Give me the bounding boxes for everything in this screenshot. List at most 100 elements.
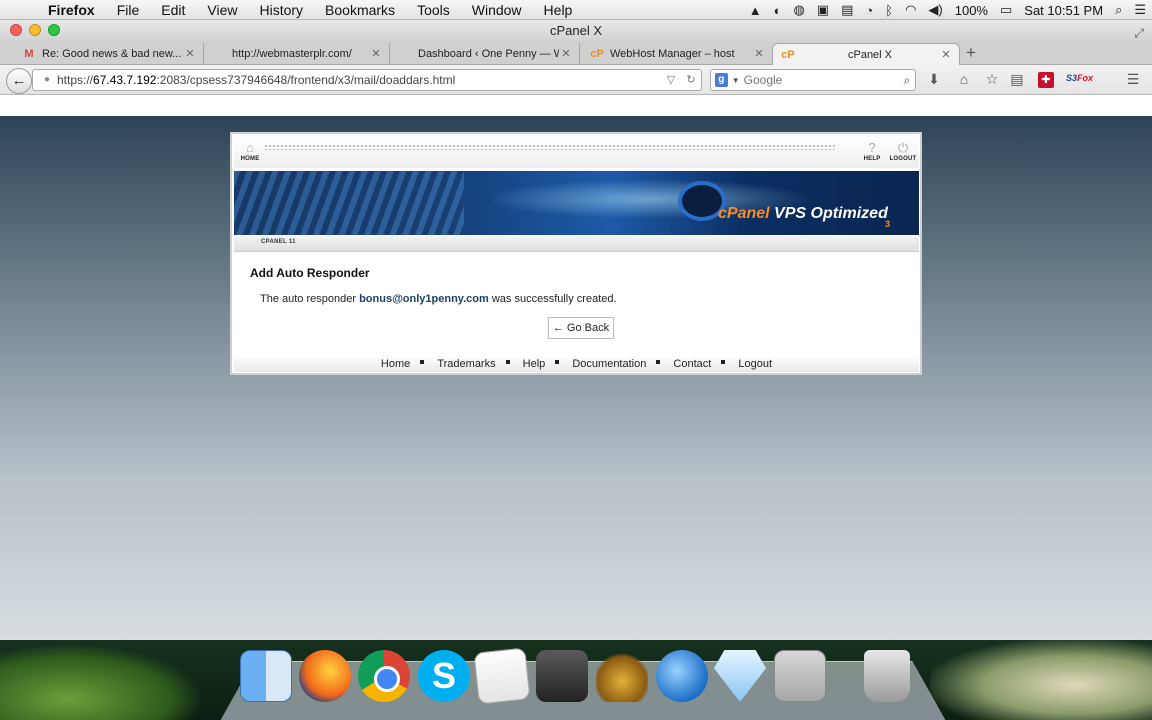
tab-label: Dashboard ‹ One Penny — Wo... — [418, 48, 559, 60]
status-area: ▲ ◐ ◍ ▣ ▤ ◔ ᛒ ◠ ◀) 100% ▭ Sat 10:51 PM ⌕… — [737, 0, 1146, 20]
bluetooth-icon[interactable]: ᛒ — [885, 3, 893, 18]
tab-dashboard[interactable]: Dashboard ‹ One Penny — Wo... ✕ — [390, 43, 580, 65]
url-text[interactable]: https://67.43.7.192:2083/cpsess737946648… — [57, 70, 661, 90]
calculator-icon[interactable] — [774, 650, 826, 702]
dotted-divider — [264, 144, 836, 150]
url-dropdown-icon[interactable]: ▽ — [661, 70, 681, 90]
tab-label: cPanel X — [847, 48, 893, 61]
footer-link-help[interactable]: Help — [523, 356, 546, 372]
home-icon[interactable]: ⌂ — [954, 71, 974, 87]
menu-file[interactable]: File — [117, 2, 140, 18]
footer-link-logout[interactable]: Logout — [738, 356, 772, 372]
cpanel-icon: cP — [590, 48, 604, 60]
cpanel-banner: cPanel VPS Optimized 3 — [234, 171, 919, 235]
go-back-button[interactable]: ← Go Back — [548, 317, 614, 339]
footer-separator — [555, 360, 560, 364]
zoom-window-button[interactable] — [48, 24, 60, 36]
battery-percent[interactable]: 100% — [955, 3, 988, 18]
tab-gmail[interactable]: M Re: Good news & bad new... ✕ — [14, 43, 204, 65]
logout-icon: ⏻ — [897, 140, 909, 155]
tab-close-icon[interactable]: ✕ — [939, 44, 953, 65]
tab-cpanel-x[interactable]: cP cPanel X ✕ — [772, 43, 960, 65]
time-machine-icon[interactable]: ◔ — [865, 3, 873, 18]
notification-center-icon[interactable]: ☰ — [1134, 2, 1146, 18]
s3fox-addon-icon[interactable]: S3Fox — [1066, 73, 1093, 83]
headphones-icon[interactable]: ◍ — [793, 2, 804, 18]
openoffice-icon[interactable] — [656, 650, 708, 702]
tab-webmasterplr[interactable]: http://webmasterplr.com/ ✕ — [204, 43, 390, 65]
tab-close-icon[interactable]: ✕ — [369, 43, 383, 65]
finder-icon[interactable] — [240, 650, 292, 702]
menu-window[interactable]: Window — [472, 2, 522, 18]
menubar-clock[interactable]: Sat 10:51 PM — [1024, 3, 1103, 18]
screen-record-icon[interactable]: ▣ — [817, 2, 829, 18]
footer-link-documentation[interactable]: Documentation — [572, 356, 646, 372]
tab-webhost-manager[interactable]: cP WebHost Manager – host ✕ — [582, 43, 772, 65]
skype-icon[interactable]: S — [418, 650, 470, 702]
cpanel-version-label: CPANEL 11 — [261, 239, 296, 245]
chrome-icon[interactable] — [358, 650, 410, 702]
logout-label: LOGOUT — [889, 156, 917, 162]
url-bar[interactable]: ● https://67.43.7.192:2083/cpsess7379466… — [32, 69, 702, 91]
addon-red-icon[interactable]: ✚ — [1038, 72, 1054, 88]
google-drive-icon[interactable]: ▲ — [749, 3, 762, 18]
tab-label: WebHost Manager – host — [610, 48, 735, 60]
cpanel-footer: Home Trademarks Help Documentation Conta… — [234, 356, 919, 372]
new-tab-icon[interactable]: + — [966, 43, 976, 63]
title-bar: cPanel X ⤢ — [0, 20, 1152, 41]
google-search-icon[interactable]: g — [715, 73, 728, 87]
footer-link-home[interactable]: Home — [381, 356, 410, 372]
bookmark-star-icon[interactable]: ☆ — [982, 71, 1002, 88]
home-label: HOME — [240, 156, 260, 162]
menu-edit[interactable]: Edit — [161, 2, 185, 18]
page-title: Add Auto Responder — [250, 266, 370, 280]
help-label: HELP — [863, 156, 881, 162]
bookmarks-menu-icon[interactable]: ▤ — [1007, 71, 1027, 88]
page-viewport: ⌂ HOME ? HELP ⏻ LOGOUT cPanel VPS Optimi… — [0, 116, 1152, 640]
tab-close-icon[interactable]: ✕ — [183, 43, 197, 65]
tab-close-icon[interactable]: ✕ — [559, 43, 573, 65]
site-identity-icon[interactable]: ● — [37, 70, 57, 90]
back-button[interactable]: ← — [6, 68, 32, 94]
cpanel-container: ⌂ HOME ? HELP ⏻ LOGOUT cPanel VPS Optimi… — [230, 132, 922, 375]
desktop-wallpaper: S — [0, 640, 1152, 720]
battery-icon[interactable]: ▭ — [1000, 2, 1012, 18]
cpanel-logout-link[interactable]: ⏻ LOGOUT — [888, 140, 918, 162]
reload-icon[interactable]: ↻ — [681, 70, 701, 90]
cpanel-home-link[interactable]: ⌂ HOME — [238, 140, 262, 162]
footer-link-contact[interactable]: Contact — [673, 356, 711, 372]
menu-history[interactable]: History — [259, 2, 303, 18]
search-icon[interactable]: ⌕ — [899, 73, 915, 88]
downloads-icon[interactable]: ⬇ — [924, 71, 944, 88]
close-window-button[interactable] — [10, 24, 22, 36]
pineapple-app-icon[interactable] — [596, 650, 648, 702]
cpanel-help-link[interactable]: ? HELP — [860, 140, 884, 162]
evernote-icon[interactable]: ◐ — [774, 3, 782, 18]
menu-help[interactable]: Help — [544, 2, 573, 18]
cpanel-top-nav: ⌂ HOME ? HELP ⏻ LOGOUT — [234, 136, 919, 168]
trash-icon[interactable] — [864, 650, 910, 702]
wifi-icon[interactable]: ◠ — [905, 2, 916, 18]
minimize-window-button[interactable] — [29, 24, 41, 36]
menu-bookmarks[interactable]: Bookmarks — [325, 2, 395, 18]
search-input[interactable] — [743, 73, 899, 87]
footer-separator — [721, 360, 726, 364]
menu-app-firefox[interactable]: Firefox — [48, 2, 95, 18]
hamburger-menu-icon[interactable]: ☰ — [1123, 71, 1143, 88]
menu-bar: Firefox File Edit View History Bookmarks… — [0, 0, 1152, 20]
textedit-icon[interactable] — [473, 647, 531, 705]
footer-link-trademarks[interactable]: Trademarks — [437, 356, 495, 372]
menu-view[interactable]: View — [207, 2, 237, 18]
volume-icon[interactable]: ◀) — [928, 2, 942, 18]
menu-tools[interactable]: Tools — [417, 2, 450, 18]
engine-dropdown-icon[interactable]: ▼ — [732, 76, 740, 85]
banner-title: cPanel VPS Optimized — [718, 205, 888, 222]
firefox-icon[interactable] — [299, 650, 351, 702]
tab-close-icon[interactable]: ✕ — [752, 43, 766, 65]
window-title: cPanel X — [549, 23, 603, 38]
success-message: The auto responder bonus@only1penny.com … — [260, 293, 617, 305]
screen-capture-icon[interactable]: ▤ — [841, 2, 853, 18]
spotlight-icon[interactable]: ⌕ — [1115, 2, 1122, 18]
photo-booth-icon[interactable] — [536, 650, 588, 702]
search-bar[interactable]: g ▼ ⌕ — [710, 69, 916, 91]
